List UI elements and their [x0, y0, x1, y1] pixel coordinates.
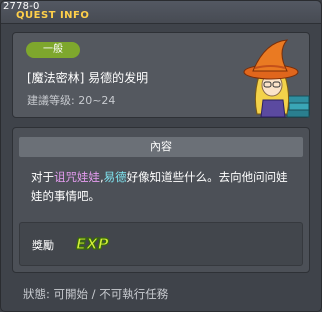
content-text-before: 对于 — [31, 170, 54, 184]
quest-name: [魔法密林] 易德的发明 — [27, 71, 149, 85]
window-title: QUEST INFO — [16, 10, 90, 21]
quest-status: 狀態: 可開始 / 不可執行任務 — [23, 287, 169, 301]
npc-link[interactable]: 易德 — [104, 170, 127, 184]
quest-info-window: 2778-0 QUEST INFO 一般 [魔法密林] 易德的发明 建議等级: … — [0, 0, 322, 312]
item-link[interactable]: 诅咒娃娃 — [54, 170, 100, 184]
title-bar[interactable]: 2778-0 QUEST INFO — [1, 1, 321, 24]
reward-label: 獎勵 — [32, 239, 54, 252]
quest-summary-card: 一般 [魔法密林] 易德的发明 建議等级: 20~24 — [12, 32, 310, 118]
quest-category-badge: 一般 — [26, 42, 80, 58]
quest-level-range: 建議等级: 20~24 — [27, 94, 116, 107]
content-header: 內容 — [19, 137, 303, 157]
witch-npc-icon — [243, 39, 310, 118]
exp-icon-text: EXP — [76, 235, 109, 253]
quest-content-card: 內容 对于诅咒娃娃,易德好像知道些什么。去向他问问娃娃的事情吧。 獎勵 EXP — [12, 127, 310, 273]
content-description: 对于诅咒娃娃,易德好像知道些什么。去向他问问娃娃的事情吧。 — [31, 168, 297, 206]
exp-icon: EXP — [75, 234, 109, 253]
reward-box: 獎勵 EXP — [19, 222, 303, 266]
